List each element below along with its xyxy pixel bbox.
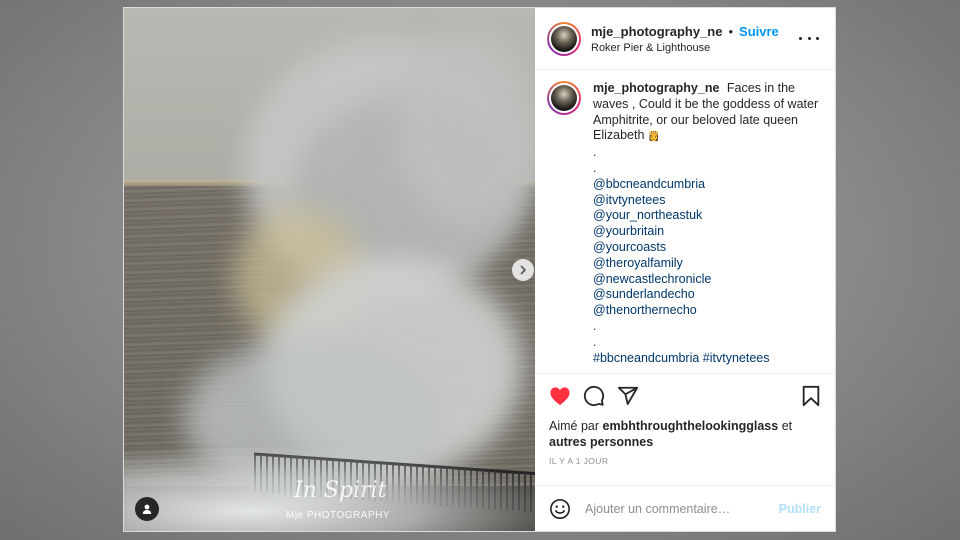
mention-link[interactable]: @bbcneandcumbria (593, 177, 823, 193)
wave-spray (394, 28, 535, 228)
smiley-icon (550, 498, 570, 519)
mention-link[interactable]: @thenorthernecho (593, 303, 823, 319)
avatar-image (551, 25, 577, 52)
post-timestamp[interactable]: IL Y A 1 JOUR (535, 450, 835, 466)
post-dialog: In Spirit Mje PHOTOGRAPHY mje_photograph… (123, 7, 836, 532)
comment-input[interactable] (585, 501, 779, 516)
comment-bar: Publier (535, 485, 835, 531)
publish-button[interactable]: Publier (779, 502, 821, 516)
mention-link[interactable]: @sunderlandecho (593, 287, 823, 303)
person-icon (142, 504, 152, 514)
photo-signature: In Spirit (294, 478, 387, 503)
mention-link[interactable]: @yourcoasts (593, 240, 823, 256)
author-username[interactable]: mje_photography_ne (591, 24, 722, 39)
comment-button[interactable] (583, 385, 605, 407)
caption-avatar[interactable] (547, 81, 581, 115)
tagged-users-button[interactable] (135, 497, 159, 521)
bookmark-icon (802, 385, 820, 407)
action-bar (535, 374, 835, 418)
post-photo[interactable]: In Spirit Mje PHOTOGRAPHY (124, 8, 535, 531)
likes-connector: et (781, 419, 793, 433)
save-button[interactable] (801, 385, 821, 407)
mention-link[interactable]: @yourbritain (593, 224, 823, 240)
photo-watermark: Mje PHOTOGRAPHY (286, 510, 390, 521)
avatar[interactable] (547, 21, 581, 56)
caption-area: mje_photography_ne Faces in the waves , … (535, 70, 835, 374)
location-link[interactable]: Roker Pier & Lighthouse (591, 42, 799, 54)
caption-dot-line: . (593, 334, 597, 349)
like-button[interactable] (549, 386, 571, 406)
follow-button[interactable]: Suivre (739, 24, 779, 39)
hashtag-links[interactable]: #bbcneandcumbria #itvtynetees (593, 351, 823, 367)
liked-by-user[interactable]: embhthroughthelookingglass (603, 419, 779, 433)
avatar-image (551, 85, 577, 111)
mention-link[interactable]: @itvtynetees (593, 193, 823, 209)
send-icon (617, 386, 639, 405)
caption-dot-line: . (593, 145, 597, 160)
caption-username[interactable]: mje_photography_ne (593, 81, 719, 95)
post-header: mje_photography_ne • Suivre Roker Pier &… (535, 8, 835, 70)
likes-others-link[interactable]: autres personnes (549, 435, 653, 449)
likes-prefix: Aimé par (549, 419, 600, 433)
crown-emoji: 👸 (647, 131, 661, 143)
share-button[interactable] (617, 385, 639, 407)
next-image-button[interactable] (512, 259, 534, 281)
chevron-right-icon (520, 265, 526, 275)
mention-link[interactable]: @your_northeastuk (593, 208, 823, 224)
likes-summary: Aimé par embhthroughthelookingglass et a… (535, 418, 835, 450)
mention-link[interactable]: @theroyalfamily (593, 256, 823, 272)
header-text: mje_photography_ne • Suivre Roker Pier &… (591, 24, 799, 54)
separator-dot: • (728, 23, 734, 39)
mention-link[interactable]: @newcastlechronicle (593, 272, 823, 288)
comment-icon (583, 385, 605, 407)
post-side-panel: mje_photography_ne • Suivre Roker Pier &… (535, 8, 835, 531)
caption-dot-line: . (593, 318, 597, 333)
caption-text: mje_photography_ne Faces in the waves , … (593, 81, 823, 373)
heart-icon (550, 387, 570, 406)
caption-dot-line: . (593, 160, 597, 175)
more-options-icon[interactable] (799, 37, 819, 40)
emoji-picker-button[interactable] (549, 498, 571, 520)
